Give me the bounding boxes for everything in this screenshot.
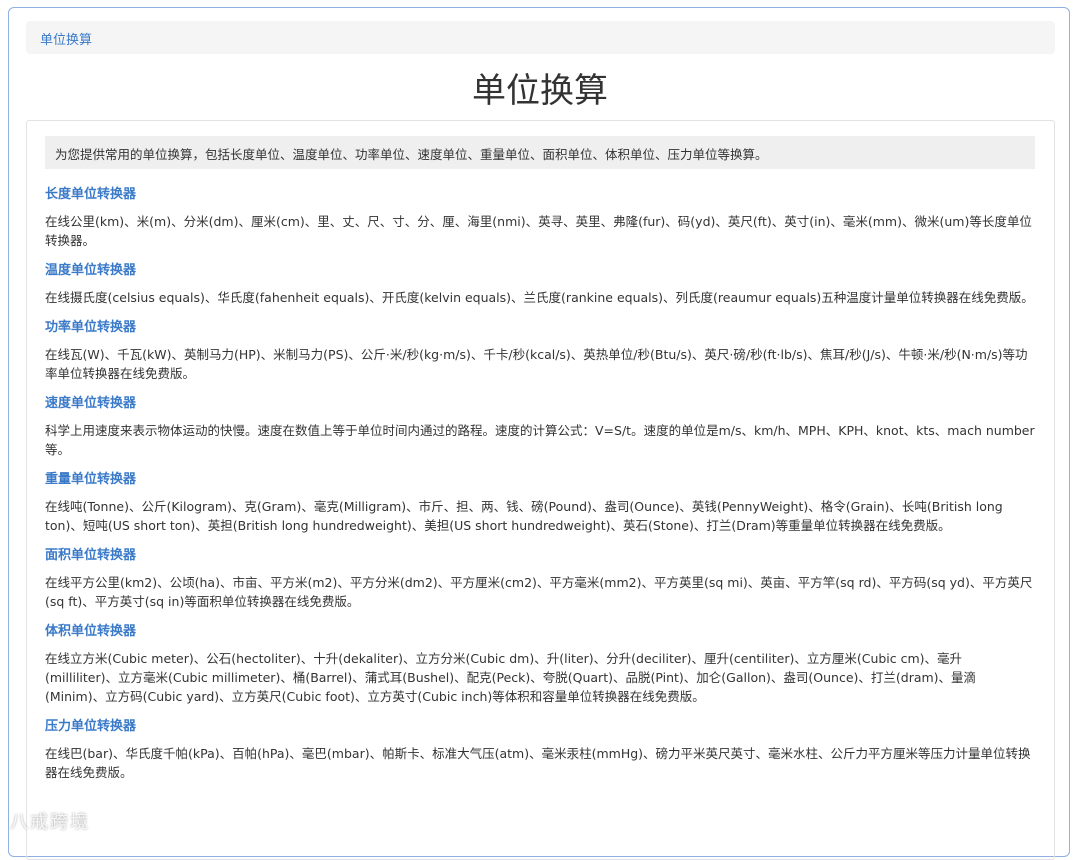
section-desc-length: 在线公里(km)、米(m)、分米(dm)、厘米(cm)、里、丈、尺、寸、分、厘、… — [45, 214, 1032, 248]
page-title: 单位换算 — [472, 71, 608, 111]
section-desc-weight: 在线吨(Tonne)、公斤(Kilogram)、克(Gram)、毫克(Milli… — [45, 499, 1003, 533]
section-volume: 体积单位转换器 在线立方米(Cubic meter)、公石(hectoliter… — [45, 623, 1035, 706]
section-length: 长度单位转换器 在线公里(km)、米(m)、分米(dm)、厘米(cm)、里、丈、… — [45, 186, 1035, 250]
breadcrumb: 单位换算 — [26, 21, 1055, 54]
section-temperature: 温度单位转换器 在线摄氏度(celsius equals)、华氏度(fahenh… — [45, 262, 1035, 307]
breadcrumb-link-unit-conversion[interactable]: 单位换算 — [40, 33, 92, 48]
section-title-speed[interactable]: 速度单位转换器 — [45, 395, 1035, 413]
section-desc-volume: 在线立方米(Cubic meter)、公石(hectoliter)、十升(dek… — [45, 651, 977, 704]
section-title-power[interactable]: 功率单位转换器 — [45, 319, 1035, 337]
section-title-area[interactable]: 面积单位转换器 — [45, 547, 1035, 565]
section-title-temperature[interactable]: 温度单位转换器 — [45, 262, 1035, 280]
intro-text: 为您提供常用的单位换算，包括长度单位、温度单位、功率单位、速度单位、重量单位、面… — [45, 136, 1035, 169]
converter-sections: 长度单位转换器 在线公里(km)、米(m)、分米(dm)、厘米(cm)、里、丈、… — [45, 186, 1035, 794]
section-title-pressure[interactable]: 压力单位转换器 — [45, 718, 1035, 736]
section-desc-temperature: 在线摄氏度(celsius equals)、华氏度(fahenheit equa… — [45, 290, 1034, 305]
section-desc-speed: 科学上用速度来表示物体运动的快慢。速度在数值上等于单位时间内通过的路程。速度的计… — [45, 423, 1035, 457]
section-weight: 重量单位转换器 在线吨(Tonne)、公斤(Kilogram)、克(Gram)、… — [45, 471, 1035, 535]
section-title-length[interactable]: 长度单位转换器 — [45, 186, 1035, 204]
section-power: 功率单位转换器 在线瓦(W)、千瓦(kW)、英制马力(HP)、米制马力(PS)、… — [45, 319, 1035, 383]
section-desc-power: 在线瓦(W)、千瓦(kW)、英制马力(HP)、米制马力(PS)、公斤·米/秒(k… — [45, 347, 1028, 381]
section-title-volume[interactable]: 体积单位转换器 — [45, 623, 1035, 641]
section-speed: 速度单位转换器 科学上用速度来表示物体运动的快慢。速度在数值上等于单位时间内通过… — [45, 395, 1035, 459]
section-area: 面积单位转换器 在线平方公里(km2)、公顷(ha)、市亩、平方米(m2)、平方… — [45, 547, 1035, 611]
watermark: 八戒跨境 — [10, 812, 90, 833]
section-desc-pressure: 在线巴(bar)、华氏度千帕(kPa)、百帕(hPa)、毫巴(mbar)、帕斯卡… — [45, 746, 1031, 780]
section-desc-area: 在线平方公里(km2)、公顷(ha)、市亩、平方米(m2)、平方分米(dm2)、… — [45, 575, 1033, 609]
section-pressure: 压力单位转换器 在线巴(bar)、华氏度千帕(kPa)、百帕(hPa)、毫巴(m… — [45, 718, 1035, 782]
section-title-weight[interactable]: 重量单位转换器 — [45, 471, 1035, 489]
